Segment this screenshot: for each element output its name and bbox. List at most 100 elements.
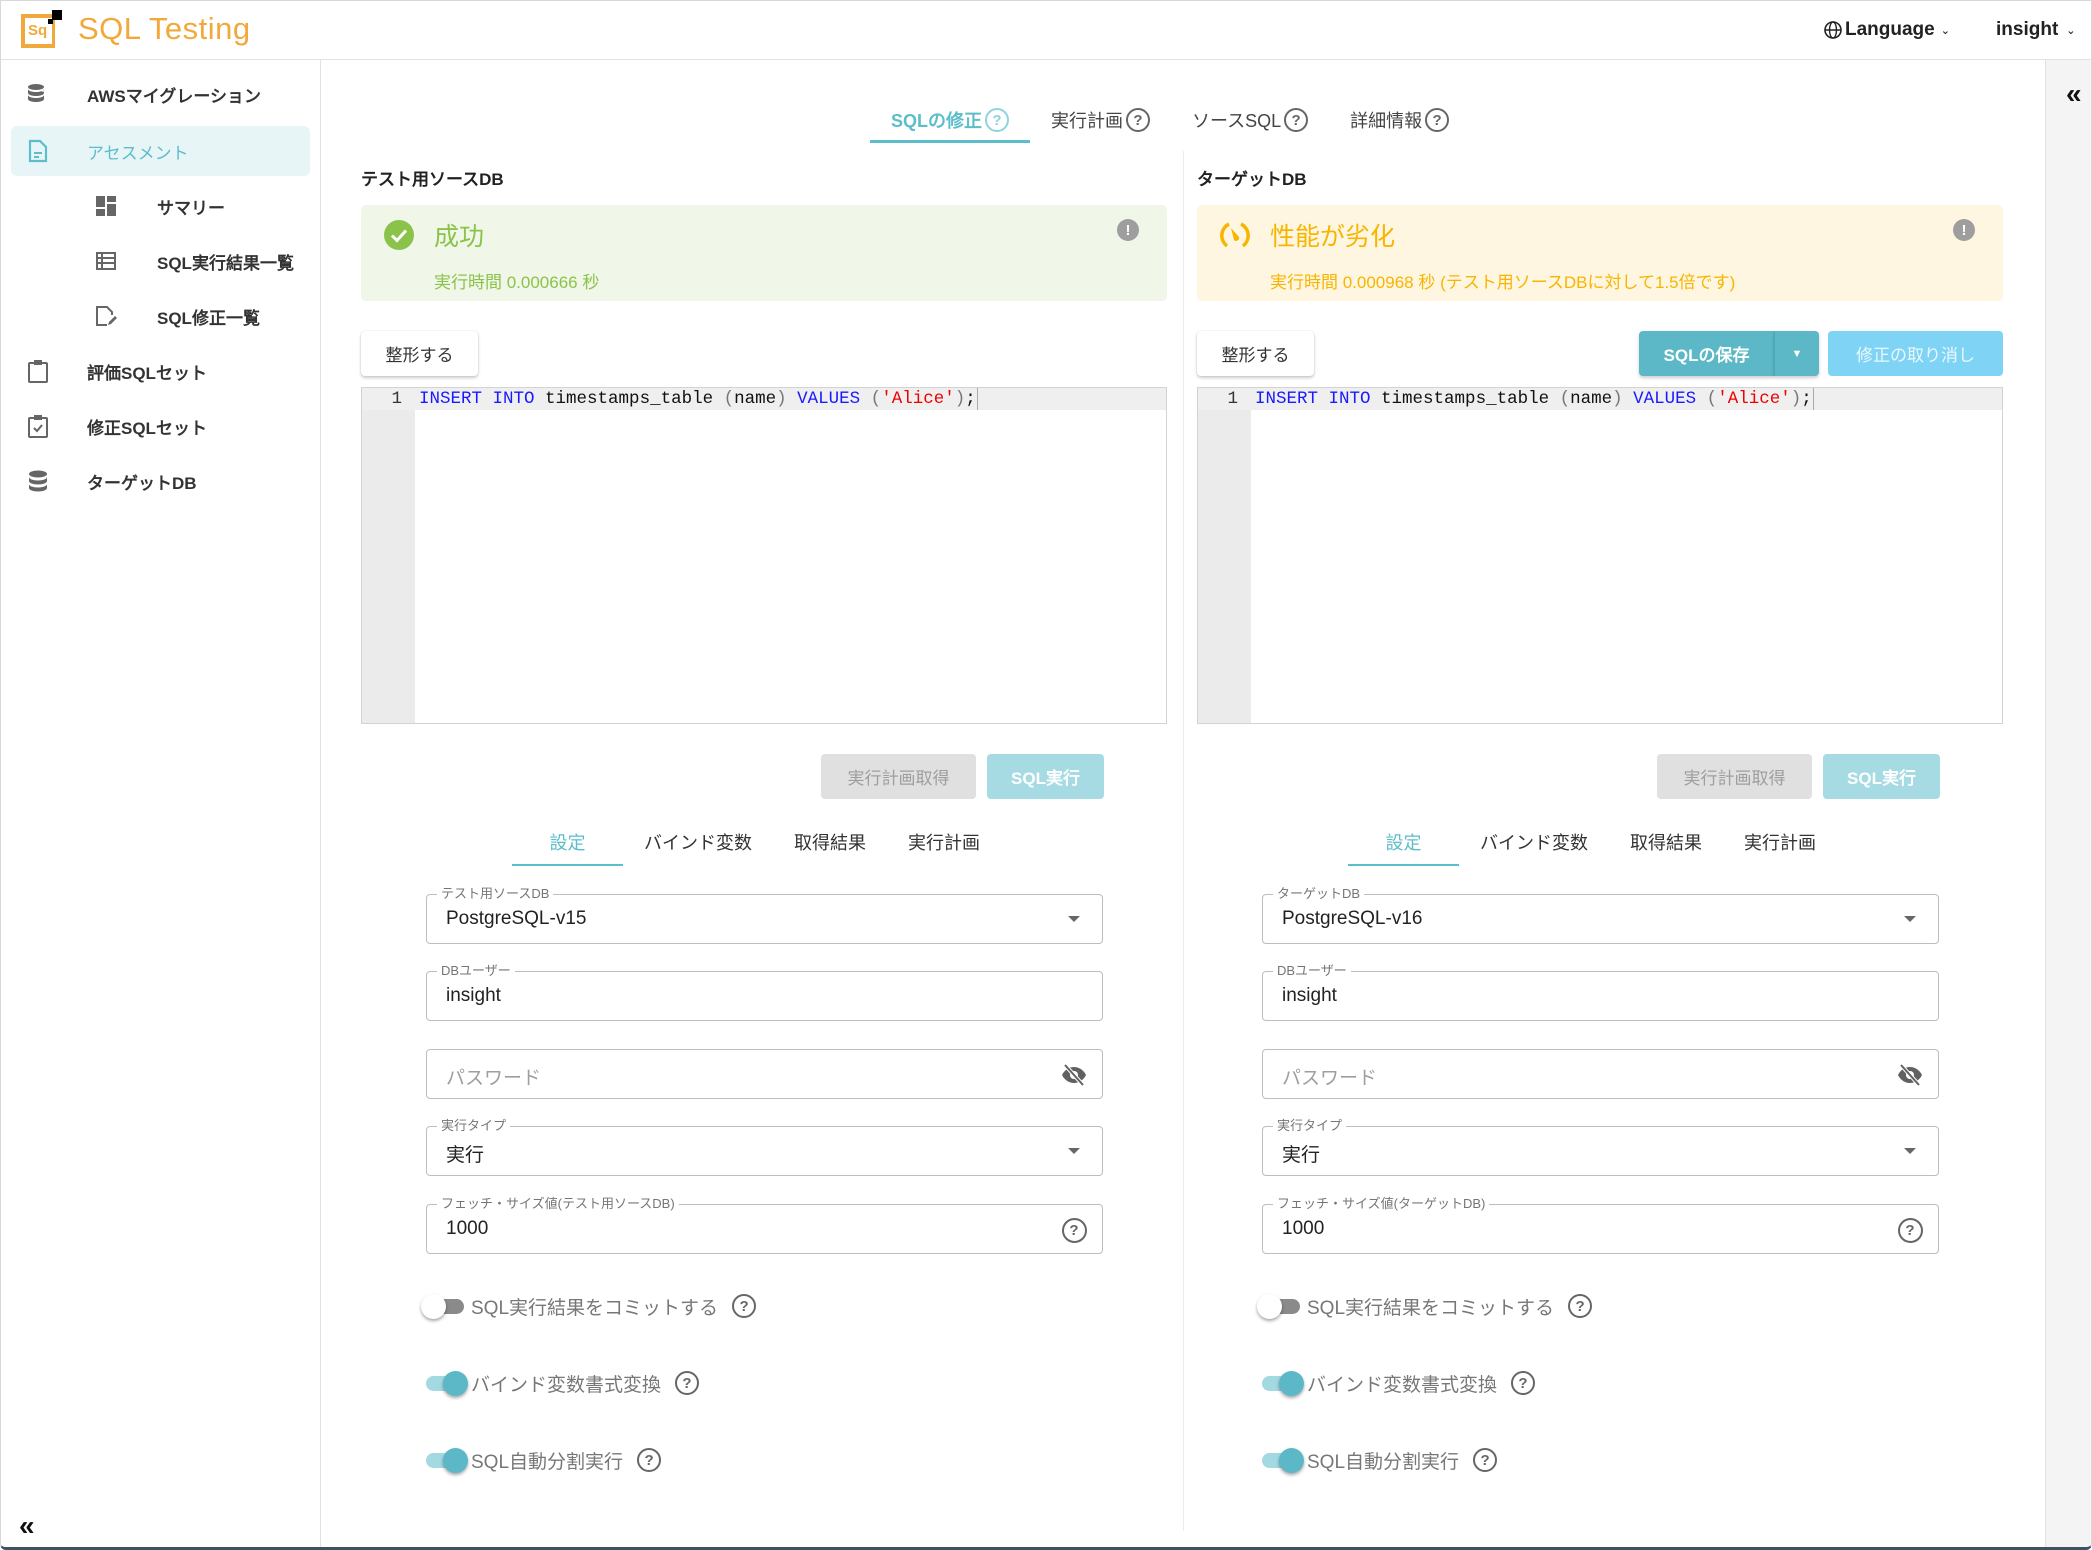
toggle-knob <box>421 1294 446 1319</box>
user-menu[interactable]: insight ⌄ <box>1996 19 2076 41</box>
toggle-knob <box>1257 1294 1282 1319</box>
panel-title: ターゲットDB <box>1197 170 1307 189</box>
execution-type-select[interactable]: 実行タイプ 実行 <box>1262 1118 1939 1176</box>
format-button[interactable]: 整形する <box>361 331 478 376</box>
tab-bind-variables[interactable]: バインド変数 <box>623 818 773 866</box>
bind-format-toggle[interactable] <box>1257 1369 1305 1397</box>
help-icon[interactable]: ? <box>637 1448 662 1472</box>
password-field[interactable]: パスワード <box>1262 1049 1939 1099</box>
dropdown-arrow-icon[interactable] <box>1068 1148 1080 1154</box>
auto-split-toggle[interactable] <box>421 1446 469 1474</box>
auto-split-toggle[interactable] <box>1257 1446 1305 1474</box>
clipboard-check-icon <box>25 413 51 439</box>
sidebar-item-fixed-sql-set[interactable]: 修正SQLセット <box>11 401 310 451</box>
editor-line[interactable]: 1 INSERT INTO timestamps_table (name) VA… <box>1198 388 2002 410</box>
database-migrate-icon <box>25 81 51 107</box>
help-icon[interactable]: ? <box>1284 108 1309 132</box>
db-user-field[interactable]: DBユーザー insight <box>1262 963 1939 1021</box>
tab-settings[interactable]: 設定 <box>1348 818 1459 866</box>
tab-plan[interactable]: 実行計画 <box>887 818 1001 866</box>
help-icon[interactable]: ? <box>1897 1217 1923 1243</box>
help-icon[interactable]: ? <box>675 1371 700 1395</box>
sql-token: timestamps_table <box>534 389 724 409</box>
db-user-field[interactable]: DBユーザー insight <box>426 963 1103 1021</box>
password-field[interactable]: パスワード <box>426 1049 1103 1099</box>
sidebar-item-sql-fixes[interactable]: SQL修正一覧 <box>11 291 310 341</box>
dropdown-arrow-icon[interactable] <box>1068 916 1080 922</box>
collapse-sidebar-icon[interactable]: « <box>19 1510 35 1542</box>
visibility-off-icon[interactable] <box>1061 1062 1087 1088</box>
execution-type-select[interactable]: 実行タイプ 実行 <box>426 1118 1103 1176</box>
save-options-dropdown[interactable]: ▼ <box>1774 331 1819 376</box>
format-button[interactable]: 整形する <box>1197 331 1314 376</box>
help-icon-wrap[interactable]: ? <box>1897 1217 1923 1243</box>
sidebar-item-summary[interactable]: サマリー <box>11 181 310 231</box>
toggle-label: バインド変数書式変換 <box>471 1374 662 1396</box>
editor-line[interactable]: 1 INSERT INTO timestamps_table (name) VA… <box>362 388 1166 410</box>
language-menu[interactable]: Language ⌄ <box>1823 19 1950 41</box>
get-plan-button[interactable]: 実行計画取得 <box>821 754 976 799</box>
check-circle-icon <box>384 220 414 250</box>
tab-execution-plan[interactable]: 実行計画 ? <box>1030 97 1171 143</box>
settings-tabs: 設定 バインド変数 取得結果 実行計画 <box>1348 818 1837 866</box>
status-title: 成功 <box>434 223 485 251</box>
tab-label: ソースSQL <box>1192 111 1282 131</box>
help-icon[interactable]: ? <box>1425 108 1450 132</box>
toggle-knob <box>443 1448 468 1473</box>
sql-editor[interactable]: 1 INSERT INTO timestamps_table (name) VA… <box>361 387 1167 724</box>
panel-title: テスト用ソースDB <box>361 170 504 189</box>
tab-settings[interactable]: 設定 <box>512 818 623 866</box>
get-plan-button[interactable]: 実行計画取得 <box>1657 754 1812 799</box>
help-icon[interactable]: ? <box>1511 1371 1536 1395</box>
expand-panel-icon[interactable]: « <box>2066 78 2082 110</box>
info-icon[interactable]: ! <box>1117 219 1139 241</box>
sidebar-item-aws-migration[interactable]: AWSマイグレーション <box>11 69 310 119</box>
fetch-size-field[interactable]: フェッチ・サイズ値(ターゲットDB) 1000 ? <box>1262 1196 1939 1254</box>
sql-keyword: VALUES <box>1633 389 1697 409</box>
tab-fetch-results[interactable]: 取得結果 <box>1609 818 1723 866</box>
db-select[interactable]: テスト用ソースDB PostgreSQL-v15 <box>426 886 1103 944</box>
tab-label: 実行計画 <box>1051 111 1124 131</box>
sidebar-item-assessment[interactable]: アセスメント <box>11 126 310 176</box>
sidebar-item-label: アセスメント <box>87 143 189 163</box>
help-icon[interactable]: ? <box>1568 1294 1593 1318</box>
bind-format-toggle[interactable] <box>421 1369 469 1397</box>
globe-icon <box>1824 21 1842 39</box>
dropdown-arrow-icon[interactable] <box>1904 1148 1916 1154</box>
target-db-panel: ターゲットDB 性能が劣化 実行時間 0.000968 秒 (テスト用ソースDB… <box>1196 151 2004 1531</box>
visibility-off-icon[interactable] <box>1897 1062 1923 1088</box>
sidebar-item-eval-sql-set[interactable]: 評価SQLセット <box>11 346 310 396</box>
app-logo[interactable]: Sq <box>21 10 65 50</box>
tab-details[interactable]: 詳細情報 ? <box>1329 97 1470 143</box>
tab-plan[interactable]: 実行計画 <box>1723 818 1837 866</box>
info-icon[interactable]: ! <box>1953 219 1975 241</box>
revert-fix-button[interactable]: 修正の取り消し <box>1828 331 2003 376</box>
sidebar-item-sql-results[interactable]: SQL実行結果一覧 <box>11 236 310 286</box>
db-select[interactable]: ターゲットDB PostgreSQL-v16 <box>1262 886 1939 944</box>
language-label: Language <box>1845 19 1935 40</box>
edit-document-icon <box>93 303 119 329</box>
sql-editor[interactable]: 1 INSERT INTO timestamps_table (name) VA… <box>1197 387 2003 724</box>
app-window: Sq SQL Testing Language ⌄ insight ⌄ AWSマ… <box>0 0 2092 1550</box>
dropdown-arrow-icon[interactable] <box>1904 916 1916 922</box>
fetch-size-field[interactable]: フェッチ・サイズ値(テスト用ソースDB) 1000 ? <box>426 1196 1103 1254</box>
tab-source-sql[interactable]: ソースSQL ? <box>1171 97 1329 143</box>
run-sql-button[interactable]: SQL実行 <box>1823 754 1940 799</box>
tab-sql-fix[interactable]: SQLの修正 ? <box>870 97 1031 143</box>
run-sql-button[interactable]: SQL実行 <box>987 754 1104 799</box>
help-icon[interactable]: ? <box>1061 1217 1087 1243</box>
sidebar-item-target-db[interactable]: ターゲットDB <box>11 456 310 506</box>
help-icon[interactable]: ? <box>1126 108 1151 132</box>
commit-toggle[interactable] <box>1257 1292 1305 1320</box>
help-icon[interactable]: ? <box>732 1294 757 1318</box>
main-tabs: SQLの修正 ? 実行計画 ? ソースSQL ? 詳細情報 ? <box>870 97 1470 143</box>
help-icon-wrap[interactable]: ? <box>1061 1217 1087 1243</box>
save-sql-button[interactable]: SQLの保存 <box>1639 331 1774 376</box>
tab-fetch-results[interactable]: 取得結果 <box>773 818 887 866</box>
toggle-knob <box>1279 1448 1304 1473</box>
commit-toggle[interactable] <box>421 1292 469 1320</box>
help-icon[interactable]: ? <box>1473 1448 1498 1472</box>
help-icon[interactable]: ? <box>985 108 1010 132</box>
field-label: DBユーザー <box>437 963 515 979</box>
tab-bind-variables[interactable]: バインド変数 <box>1459 818 1609 866</box>
